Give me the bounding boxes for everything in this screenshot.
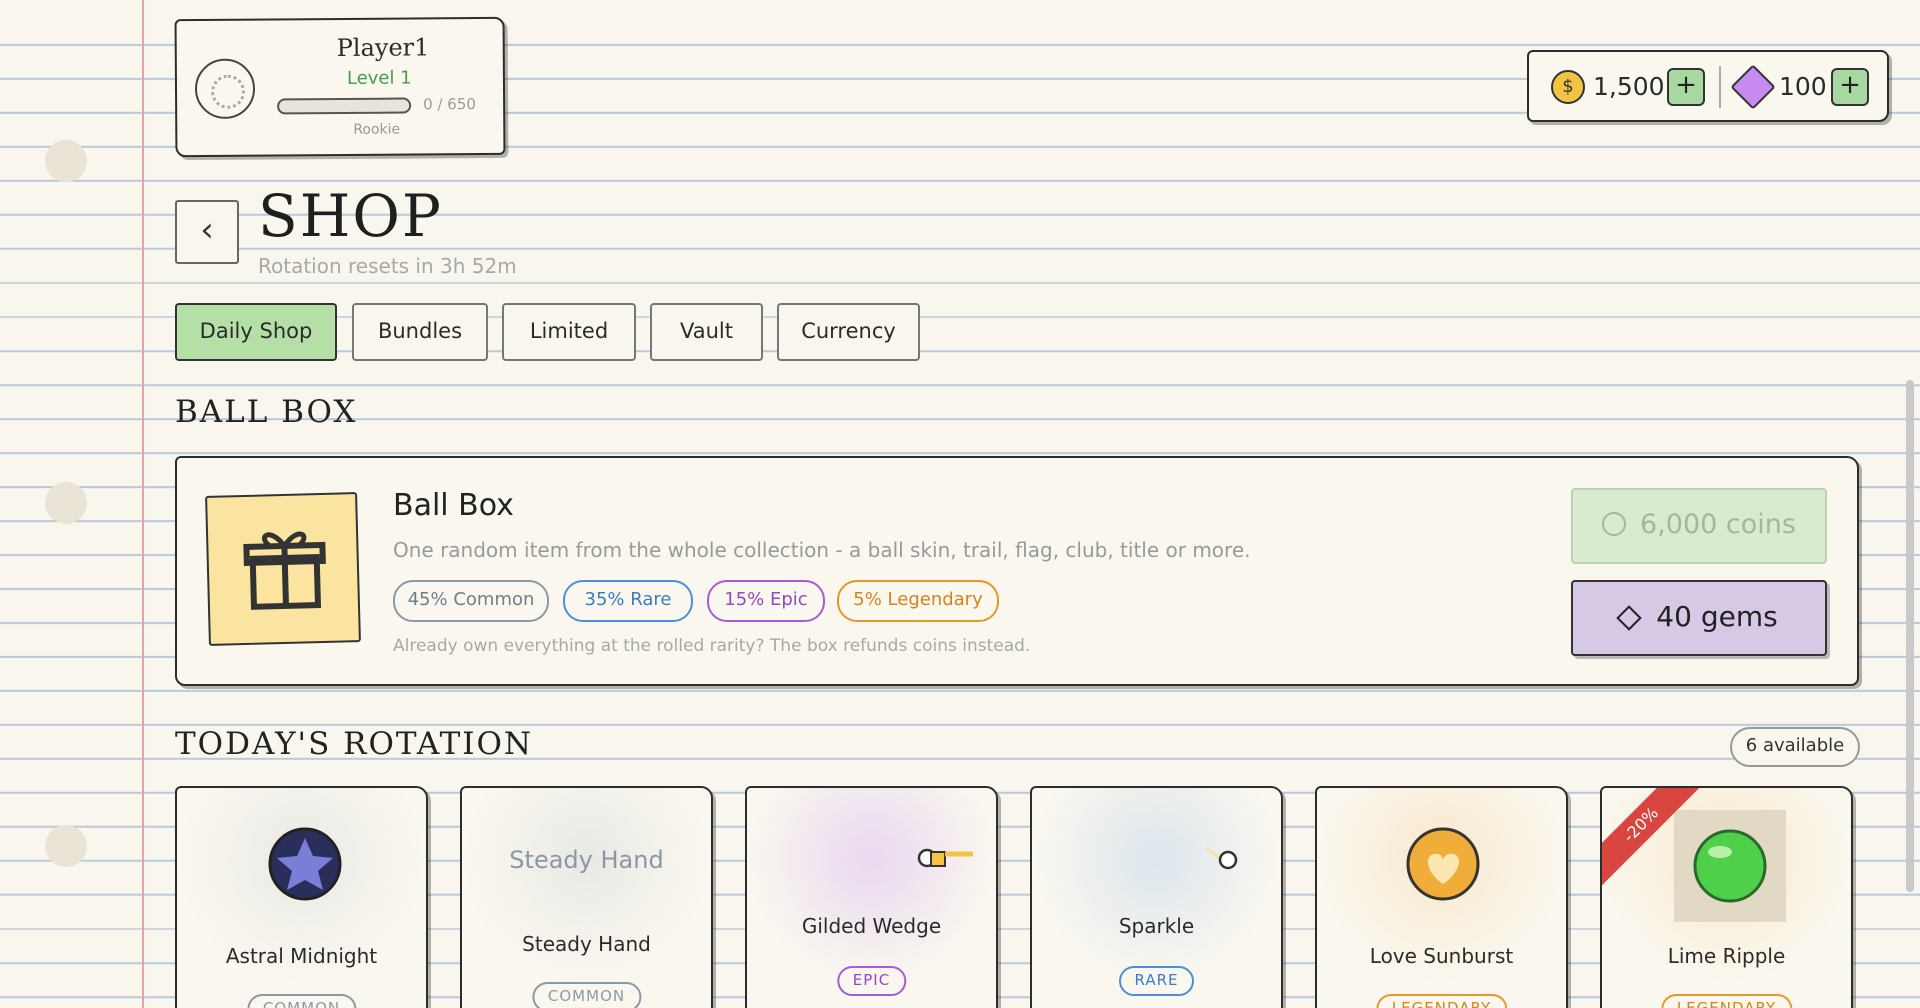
rarity-badge: COMMON xyxy=(246,994,357,1008)
rarity-badge: COMMON xyxy=(531,982,642,1008)
buy-with-gems-button[interactable]: 40 gems xyxy=(1571,580,1827,656)
lime-ball-icon xyxy=(1693,829,1767,903)
star-ball-icon xyxy=(268,827,342,901)
coins-price-label: 6,000 coins xyxy=(1640,509,1796,540)
golf-club-icon xyxy=(917,848,973,868)
add-gems-button[interactable]: + xyxy=(1831,68,1869,106)
add-coins-button[interactable]: + xyxy=(1667,68,1705,106)
coin-outline-icon xyxy=(1602,512,1627,536)
ball-box-section-title: BALL BOX xyxy=(175,394,358,430)
tab-currency[interactable]: Currency xyxy=(777,303,920,361)
rarity-badge: LEGENDARY xyxy=(1375,994,1508,1008)
buy-with-coins-button[interactable]: 6,000 coins xyxy=(1571,488,1827,564)
currency-divider xyxy=(1719,66,1721,108)
odds-rare-chip: 35% Rare xyxy=(563,580,693,622)
shop-item-love-sunburst[interactable]: Love Sunburst LEGENDARY xyxy=(1315,786,1568,1008)
title-preview: Steady Hand xyxy=(509,846,664,874)
player-level: Level 1 xyxy=(346,67,412,89)
odds-epic-chip: 15% Epic xyxy=(707,580,825,622)
shop-item-astral-midnight[interactable]: Astral Midnight COMMON xyxy=(175,786,428,1008)
tab-limited[interactable]: Limited xyxy=(502,303,636,361)
shop-item-steady-hand[interactable]: Steady Hand Steady Hand COMMON xyxy=(460,786,713,1008)
xp-text: 0 / 650 xyxy=(423,95,476,114)
sparkle-trail-icon xyxy=(1205,846,1238,870)
shop-item-gilded-wedge[interactable]: Gilded Wedge EPIC xyxy=(745,786,998,1008)
gem-balance: 100 xyxy=(1779,72,1827,101)
tab-bundles[interactable]: Bundles xyxy=(352,303,488,361)
ball-box-refund-note: Already own everything at the rolled rar… xyxy=(393,636,1031,656)
item-name: Gilded Wedge xyxy=(801,914,942,938)
ball-box-description: One random item from the whole collectio… xyxy=(393,538,1251,562)
currency-panel: $ 1,500 + 100 + xyxy=(1527,50,1889,122)
shop-item-lime-ripple[interactable]: -20% Lime Ripple LEGENDARY xyxy=(1600,786,1853,1008)
item-name: Love Sunburst xyxy=(1369,944,1514,968)
rotation-reset-timer: Rotation resets in 3h 52m xyxy=(258,254,517,278)
gem-icon xyxy=(1730,64,1776,110)
player-profile-card[interactable]: Player1 Level 1 0 / 650 Rookie xyxy=(174,16,506,158)
binder-hole xyxy=(45,482,87,524)
coin-icon: $ xyxy=(1551,70,1585,104)
item-name: Astral Midnight xyxy=(225,944,378,968)
page-scrollbar[interactable] xyxy=(1906,380,1914,892)
gift-icon xyxy=(243,531,326,610)
binder-hole xyxy=(45,140,87,182)
odds-common-chip: 45% Common xyxy=(393,580,549,622)
player-rank: Rookie xyxy=(353,121,401,138)
odds-legendary-chip: 5% Legendary xyxy=(837,580,999,622)
shop-item-sparkle[interactable]: Sparkle RARE xyxy=(1030,786,1283,1008)
coin-balance: 1,500 xyxy=(1593,72,1665,101)
rarity-badge: EPIC xyxy=(836,966,907,996)
rarity-badge: RARE xyxy=(1118,966,1195,996)
rotation-section-title: TODAY'S ROTATION xyxy=(175,726,534,762)
tab-vault[interactable]: Vault xyxy=(650,303,763,361)
tab-daily-shop[interactable]: Daily Shop xyxy=(175,303,337,361)
player-name: Player1 xyxy=(336,33,430,63)
xp-progress-bar xyxy=(277,97,412,115)
page-title: SHOP xyxy=(258,182,443,250)
item-name: Sparkle xyxy=(1118,914,1195,938)
ball-box-card: Ball Box One random item from the whole … xyxy=(175,456,1859,686)
available-count-badge: 6 available xyxy=(1730,727,1860,767)
item-name: Steady Hand xyxy=(522,932,651,956)
gift-box-image xyxy=(205,492,361,646)
rarity-badge: LEGENDARY xyxy=(1660,994,1793,1008)
avatar[interactable] xyxy=(194,58,256,120)
back-button[interactable]: ‹ xyxy=(175,200,239,264)
item-name: Lime Ripple xyxy=(1667,944,1786,968)
binder-hole xyxy=(45,825,87,867)
heart-ball-icon xyxy=(1406,827,1480,901)
gems-price-label: 40 gems xyxy=(1656,600,1778,633)
ball-box-name: Ball Box xyxy=(393,488,514,523)
gem-outline-icon xyxy=(1616,605,1643,631)
notebook-margin-line xyxy=(142,0,144,1008)
